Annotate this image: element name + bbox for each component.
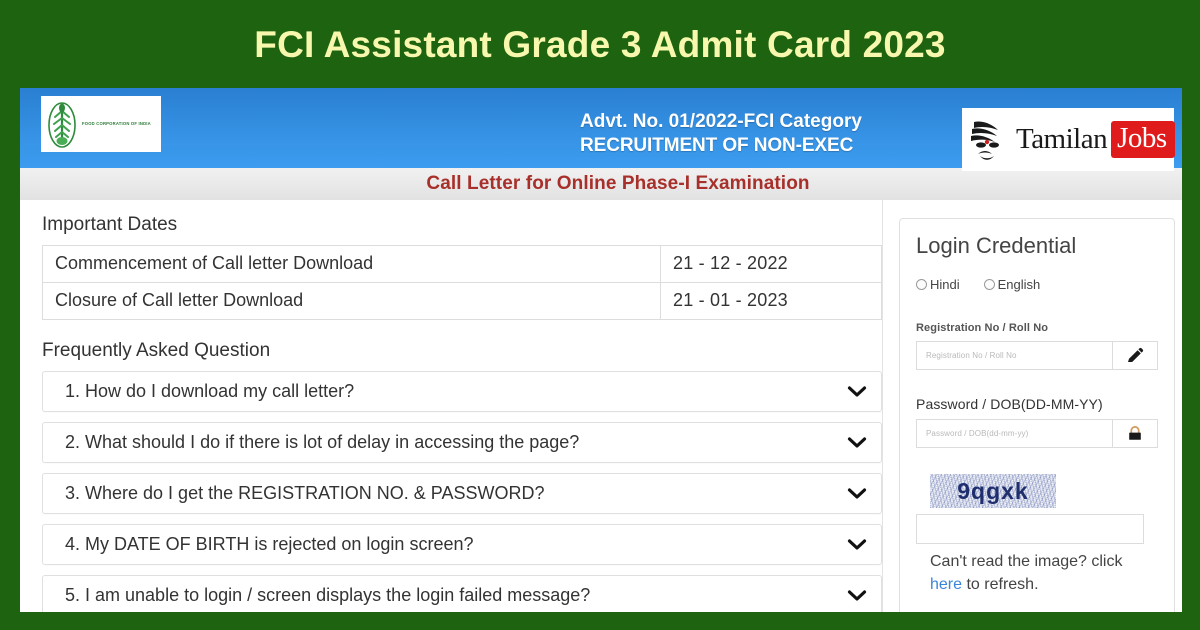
table-row: Commencement of Call letter Download 21 …: [42, 245, 882, 283]
captcha-note-after: to refresh.: [962, 576, 1039, 594]
language-radio-group: Hindi English: [916, 277, 1158, 292]
fci-logo-caption: FOOD CORPORATION OF INDIA: [82, 120, 151, 126]
language-label: Hindi: [930, 277, 960, 292]
pencil-icon[interactable]: [1126, 347, 1144, 365]
watermark-brand-secondary: Jobs: [1111, 121, 1175, 158]
registration-edit-button[interactable]: [1112, 341, 1158, 370]
login-credential-panel: Login Credential Hindi English Registrat…: [899, 218, 1175, 612]
right-column: Login Credential Hindi English Registrat…: [882, 200, 1182, 612]
watermark-brand-primary: Tamilan: [1016, 123, 1108, 155]
captcha-image: 9qgxk: [930, 474, 1056, 508]
faq-list: 1. How do I download my call letter? 2. …: [42, 371, 882, 612]
language-radio-english[interactable]: English: [983, 277, 1041, 292]
password-field-label: Password / DOB(DD-MM-YY): [916, 396, 1103, 412]
captcha-note-before: Can't read the image? click: [930, 553, 1123, 570]
call-letter-subtitle: Call Letter for Online Phase-I Examinati…: [426, 173, 810, 194]
face-logo-icon: [971, 120, 999, 160]
faq-accordion-item-4[interactable]: 4. My DATE OF BIRTH is rejected on login…: [42, 524, 882, 565]
registration-input-row: Registration No / Roll No: [916, 341, 1158, 370]
password-input-row: Password / DOB(dd-mm-yy): [916, 419, 1158, 448]
password-lock-button[interactable]: [1112, 419, 1158, 448]
tamilanjobs-watermark: Tamilan Jobs: [962, 108, 1175, 171]
chevron-down-icon[interactable]: [847, 589, 867, 602]
chevron-down-icon[interactable]: [847, 538, 867, 551]
login-panel-title: Login Credential: [916, 233, 1077, 258]
radio-circle-icon[interactable]: [916, 279, 927, 290]
faq-question-text: 4. My DATE OF BIRTH is rejected on login…: [65, 534, 474, 554]
left-column: Important Dates Commencement of Call let…: [20, 200, 882, 612]
chevron-down-icon[interactable]: [847, 385, 867, 398]
screenshot-content-card: FOOD CORPORATION OF INDIA Advt. No. 01/2…: [20, 88, 1182, 612]
radio-circle-icon[interactable]: [983, 279, 995, 290]
password-input[interactable]: Password / DOB(dd-mm-yy): [916, 419, 1112, 448]
password-placeholder: Password / DOB(dd-mm-yy): [926, 429, 1029, 438]
page-title-band: FCI Assistant Grade 3 Admit Card 2023: [0, 0, 1200, 88]
faq-question-text: 1. How do I download my call letter?: [65, 381, 355, 401]
language-radio-hindi[interactable]: Hindi: [916, 277, 960, 292]
captcha-input[interactable]: [916, 514, 1144, 544]
date-row-label: Commencement of Call letter Download: [42, 245, 661, 283]
call-letter-subtitle-bar: Call Letter for Online Phase-I Examinati…: [20, 168, 1182, 200]
registration-placeholder: Registration No / Roll No: [926, 351, 1017, 360]
faq-question-text: 5. I am unable to login / screen display…: [65, 585, 591, 605]
fci-logo-box: FOOD CORPORATION OF INDIA: [41, 96, 161, 152]
captcha-refresh-link[interactable]: here: [930, 576, 962, 593]
registration-field-label: Registration No / Roll No: [916, 322, 1049, 334]
captcha-text: 9qgxk: [957, 477, 1029, 504]
card-body: Important Dates Commencement of Call let…: [20, 200, 1182, 612]
faq-accordion-item-5[interactable]: 5. I am unable to login / screen display…: [42, 575, 882, 612]
date-row-label: Closure of Call letter Download: [42, 282, 661, 320]
lock-icon[interactable]: [1126, 425, 1144, 443]
date-row-value: 21 - 12 - 2022: [660, 245, 882, 283]
page-title: FCI Assistant Grade 3 Admit Card 2023: [254, 23, 946, 65]
important-dates-heading: Important Dates: [42, 214, 178, 235]
captcha-section: 9qgxk Can't read the image? click here t…: [916, 474, 1158, 596]
registration-input[interactable]: Registration No / Roll No: [916, 341, 1112, 370]
faq-accordion-item-1[interactable]: 1. How do I download my call letter?: [42, 371, 882, 412]
important-dates-table: Commencement of Call letter Download 21 …: [42, 245, 882, 320]
language-label: English: [997, 277, 1041, 292]
site-header: FOOD CORPORATION OF INDIA Advt. No. 01/2…: [20, 88, 1182, 171]
faq-question-text: 3. Where do I get the REGISTRATION NO. &…: [65, 483, 545, 503]
faq-accordion-item-2[interactable]: 2. What should I do if there is lot of d…: [42, 422, 882, 463]
captcha-refresh-note: Can't read the image? click here to refr…: [930, 550, 1158, 596]
chevron-down-icon[interactable]: [847, 436, 867, 449]
faq-heading: Frequently Asked Question: [42, 340, 271, 361]
date-row-value: 21 - 01 - 2023: [660, 282, 882, 320]
faq-accordion-item-3[interactable]: 3. Where do I get the REGISTRATION NO. &…: [42, 473, 882, 514]
faq-question-text: 2. What should I do if there is lot of d…: [65, 432, 580, 452]
chevron-down-icon[interactable]: [847, 487, 867, 500]
table-row: Closure of Call letter Download 21 - 01 …: [42, 282, 882, 320]
fci-emblem-icon: [48, 102, 76, 148]
